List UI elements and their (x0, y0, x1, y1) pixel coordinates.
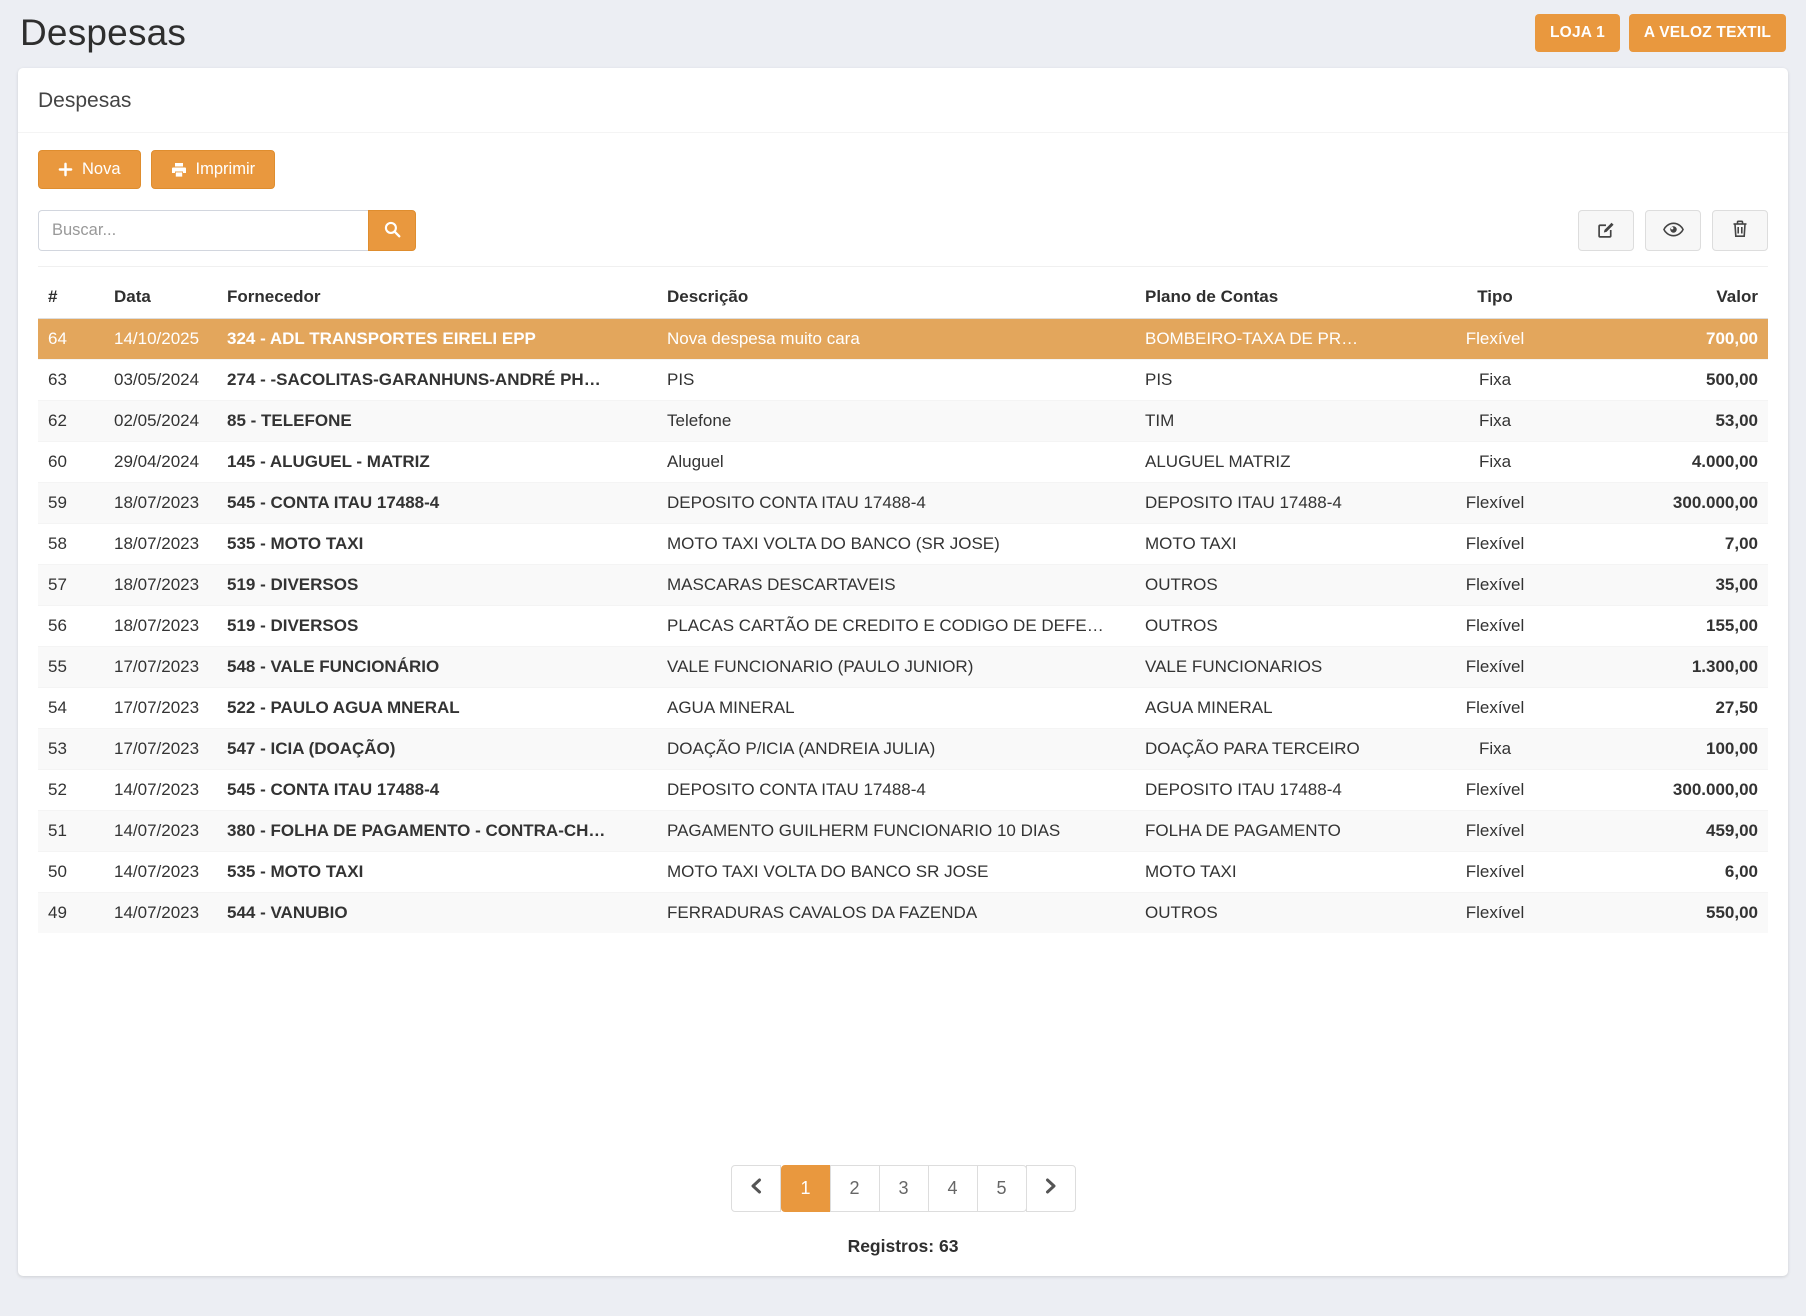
column-header-type: Tipo (1425, 276, 1565, 319)
trash-icon (1732, 220, 1748, 241)
table-body: 64 14/10/2025 324 - ADL TRANSPORTES EIRE… (38, 319, 1768, 934)
printer-icon (171, 162, 187, 178)
column-header-id: # (38, 276, 104, 319)
pagination-page-3[interactable]: 3 (879, 1165, 929, 1212)
table-row[interactable]: 62 02/05/2024 85 - TELEFONE Telefone TIM… (38, 401, 1768, 442)
row-actions (1578, 210, 1768, 251)
column-header-description: Descrição (657, 276, 1135, 319)
table-row[interactable]: 57 18/07/2023 519 - DIVERSOS MASCARAS DE… (38, 565, 1768, 606)
edit-button[interactable] (1578, 210, 1634, 251)
pagination-prev-button[interactable] (731, 1165, 781, 1212)
toolbar: Nova Imprimir (38, 150, 1768, 189)
print-button[interactable]: Imprimir (151, 150, 276, 189)
chevron-left-icon (750, 1178, 762, 1199)
table-row[interactable]: 50 14/07/2023 535 - MOTO TAXI MOTO TAXI … (38, 852, 1768, 893)
page-title: Despesas (20, 12, 186, 54)
table-row[interactable]: 64 14/10/2025 324 - ADL TRANSPORTES EIRE… (38, 319, 1768, 360)
table-row[interactable]: 51 14/07/2023 380 - FOLHA DE PAGAMENTO -… (38, 811, 1768, 852)
pagination-page-1[interactable]: 1 (781, 1165, 831, 1212)
records-count: Registros: 63 (38, 1236, 1768, 1257)
column-header-supplier: Fornecedor (217, 276, 657, 319)
expenses-table: # Data Fornecedor Descrição Plano de Con… (38, 276, 1768, 933)
delete-button[interactable] (1712, 210, 1768, 251)
chevron-right-icon (1045, 1178, 1057, 1199)
table-row[interactable]: 54 17/07/2023 522 - PAULO AGUA MNERAL AG… (38, 688, 1768, 729)
card-title: Despesas (18, 68, 1788, 133)
column-header-date: Data (104, 276, 217, 319)
table-row[interactable]: 53 17/07/2023 547 - ICIA (DOAÇÃO) DOAÇÃO… (38, 729, 1768, 770)
table-row[interactable]: 60 29/04/2024 145 - ALUGUEL - MATRIZ Alu… (38, 442, 1768, 483)
eye-icon (1663, 222, 1684, 240)
pagination-page-5[interactable]: 5 (977, 1165, 1027, 1212)
column-header-value: Valor (1565, 276, 1768, 319)
column-header-account-plan: Plano de Contas (1135, 276, 1425, 319)
table-header-row: # Data Fornecedor Descrição Plano de Con… (38, 276, 1768, 319)
edit-icon (1597, 220, 1616, 242)
pagination-page-2[interactable]: 2 (830, 1165, 880, 1212)
new-expense-button[interactable]: Nova (38, 150, 141, 189)
table-row[interactable]: 63 03/05/2024 274 - -SACOLITAS-GARANHUNS… (38, 360, 1768, 401)
store-button-company[interactable]: A VELOZ TEXTIL (1629, 14, 1786, 52)
pagination-next-button[interactable] (1026, 1165, 1076, 1212)
search-icon (384, 221, 401, 241)
table-row[interactable]: 52 14/07/2023 545 - CONTA ITAU 17488-4 D… (38, 770, 1768, 811)
table-row[interactable]: 56 18/07/2023 519 - DIVERSOS PLACAS CART… (38, 606, 1768, 647)
new-expense-label: Nova (82, 160, 121, 179)
top-bar: Despesas LOJA 1 A VELOZ TEXTIL (0, 0, 1806, 68)
expenses-card: Despesas Nova Imprimir (18, 68, 1788, 1276)
pagination: 12345 (731, 1165, 1076, 1212)
table-row[interactable]: 55 17/07/2023 548 - VALE FUNCIONÁRIO VAL… (38, 647, 1768, 688)
print-label: Imprimir (196, 160, 256, 179)
pagination-page-4[interactable]: 4 (928, 1165, 978, 1212)
table-row[interactable]: 58 18/07/2023 535 - MOTO TAXI MOTO TAXI … (38, 524, 1768, 565)
table-row[interactable]: 59 18/07/2023 545 - CONTA ITAU 17488-4 D… (38, 483, 1768, 524)
view-button[interactable] (1645, 210, 1701, 251)
search-input[interactable] (38, 210, 368, 251)
search-group (38, 210, 416, 251)
plus-icon (58, 162, 73, 177)
store-buttons: LOJA 1 A VELOZ TEXTIL (1535, 14, 1786, 52)
store-button-loja-1[interactable]: LOJA 1 (1535, 14, 1620, 52)
table-row[interactable]: 49 14/07/2023 544 - VANUBIO FERRADURAS C… (38, 893, 1768, 934)
search-button[interactable] (368, 210, 416, 251)
